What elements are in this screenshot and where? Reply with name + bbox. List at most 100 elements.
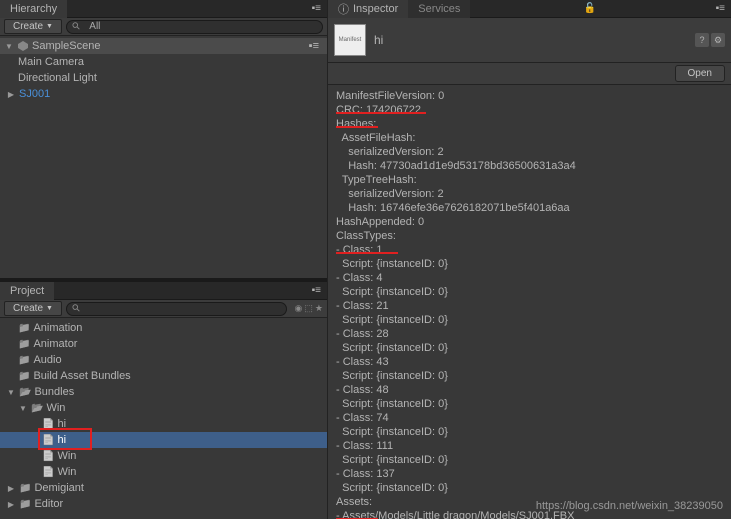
hierarchy-tab[interactable]: Hierarchy [0,0,67,18]
inspector-content: ManifestFileVersion: 0 CRC: 174206722 Ha… [328,85,731,519]
hierarchy-create-button[interactable]: Create ▼ [4,19,62,34]
manifest-line: Script: {instanceID: 0} [336,257,723,271]
hierarchy-item-sj001[interactable]: ▶ SJ001 [0,86,327,102]
filter-icon[interactable]: ◉ [295,303,303,314]
project-panel-menu-icon[interactable]: ▪≡ [306,285,327,296]
manifest-line: TypeTreeHash: [336,173,723,187]
inspector-panel-menu-icon[interactable]: ▪≡ [710,3,731,14]
asset-name: hi [374,33,687,47]
folder-label: Animation [33,322,82,334]
gear-icon[interactable]: ⚙ [711,33,725,47]
help-icon[interactable]: ? [695,33,709,47]
hierarchy-item-main-camera[interactable]: Main Camera [0,54,327,70]
hierarchy-item-directional-light[interactable]: Directional Light [0,70,327,86]
scene-menu-icon[interactable]: ▪≡ [309,40,323,52]
folder-icon [19,498,31,510]
project-create-button[interactable]: Create ▼ [4,301,62,316]
folder-win[interactable]: ▼Win [0,400,327,416]
project-tabs: Project ▪≡ [0,282,327,300]
folder-label: Bundles [34,386,74,398]
project-filter-icons: ◉ ⬚ ★ [295,303,323,314]
folder-open-icon [31,402,43,414]
manifest-line: AssetFileHash: [336,131,723,145]
file-icon [42,450,54,462]
open-button[interactable]: Open [675,65,725,82]
services-tab[interactable]: Services [408,0,470,18]
folder-icon [18,338,30,350]
project-search-input[interactable] [66,302,287,316]
favorite-icon[interactable]: ★ [315,303,323,314]
expand-icon[interactable]: ▶ [6,500,16,509]
manifest-line: - Class: 111 [336,439,723,453]
expand-icon[interactable]: ▼ [4,42,14,51]
file-icon [42,434,54,446]
folder-icon [18,354,30,366]
hierarchy-tab-label: Hierarchy [10,3,57,15]
filter-icon[interactable]: ⬚ [304,303,313,314]
expand-icon[interactable]: ▶ [6,90,16,99]
file-win2[interactable]: Win [0,464,327,480]
folder-audio[interactable]: Audio [0,352,327,368]
manifest-line: Script: {instanceID: 0} [336,341,723,355]
hierarchy-tabs: Hierarchy ▪≡ [0,0,327,18]
file-win[interactable]: Win [0,448,327,464]
manifest-line: CRC: 174206722 [336,103,723,117]
dropdown-arrow-icon: ▼ [46,305,53,312]
manifest-line: Hash: 47730ad1d1e9d53178bd36500631a3a4 [336,159,723,173]
inspector-tabs: Inspector Services 🔓 ▪≡ [328,0,731,18]
manifest-line: serializedVersion: 2 [336,145,723,159]
inspector-tab[interactable]: Inspector [328,0,408,18]
manifest-line: - Class: 1 [336,243,723,257]
manifest-line: - Class: 4 [336,271,723,285]
file-hi-selected[interactable]: hi [0,432,327,448]
manifest-line: ManifestFileVersion: 0 [336,89,723,103]
folder-icon [19,482,31,494]
project-tab-label: Project [10,285,44,297]
file-icon [42,418,54,430]
manifest-line: Script: {instanceID: 0} [336,425,723,439]
folder-label: Animator [33,338,77,350]
folder-open-icon [19,386,31,398]
info-icon [338,1,349,17]
manifest-line: - Class: 137 [336,467,723,481]
manifest-line: Script: {instanceID: 0} [336,481,723,495]
hierarchy-toolbar: Create ▼ All [0,18,327,36]
watermark: https://blog.csdn.net/weixin_38239050 [536,499,723,513]
file-icon [42,466,54,478]
manifest-line: Hashes: [336,117,723,131]
manifest-line: - Class: 21 [336,299,723,313]
manifest-line: - Class: 43 [336,355,723,369]
folder-animation[interactable]: Animation [0,320,327,336]
manifest-line: Script: {instanceID: 0} [336,453,723,467]
folder-build-asset-bundles[interactable]: Build Asset Bundles [0,368,327,384]
expand-icon[interactable]: ▼ [6,388,16,397]
folder-icon [18,322,30,334]
item-label: Directional Light [18,72,97,84]
file-hi[interactable]: hi [0,416,327,432]
scene-name: SampleScene [32,40,101,52]
hierarchy-search-input[interactable]: All [66,20,323,34]
manifest-line: HashAppended: 0 [336,215,723,229]
lock-icon[interactable]: 🔓 [580,3,600,14]
project-tab[interactable]: Project [0,282,54,300]
manifest-line: Script: {instanceID: 0} [336,369,723,383]
manifest-line: Script: {instanceID: 0} [336,313,723,327]
folder-bundles[interactable]: ▼ Bundles [0,384,327,400]
scene-row[interactable]: ▼ SampleScene ▪≡ [0,38,327,54]
folder-editor[interactable]: ▶Editor [0,496,327,512]
project-tree: Animation Animator Audio Build Asset Bun… [0,318,327,519]
folder-label: Demigiant [34,482,84,494]
open-label: Open [688,68,712,79]
folder-animator[interactable]: Animator [0,336,327,352]
manifest-line: - Class: 74 [336,411,723,425]
item-label: SJ001 [19,88,50,100]
inspector-header-icons: ? ⚙ [695,33,725,47]
expand-icon[interactable]: ▶ [6,484,16,493]
file-label: hi [57,434,66,446]
folder-demigiant[interactable]: ▶ Demigiant [0,480,327,496]
hierarchy-panel-menu-icon[interactable]: ▪≡ [306,3,327,14]
manifest-line: - Class: 48 [336,383,723,397]
expand-icon[interactable]: ▼ [18,404,28,413]
inspector-tab-label: Inspector [353,3,398,15]
manifest-line: Hash: 16746efe36e7626182071be5f401a6aa [336,201,723,215]
